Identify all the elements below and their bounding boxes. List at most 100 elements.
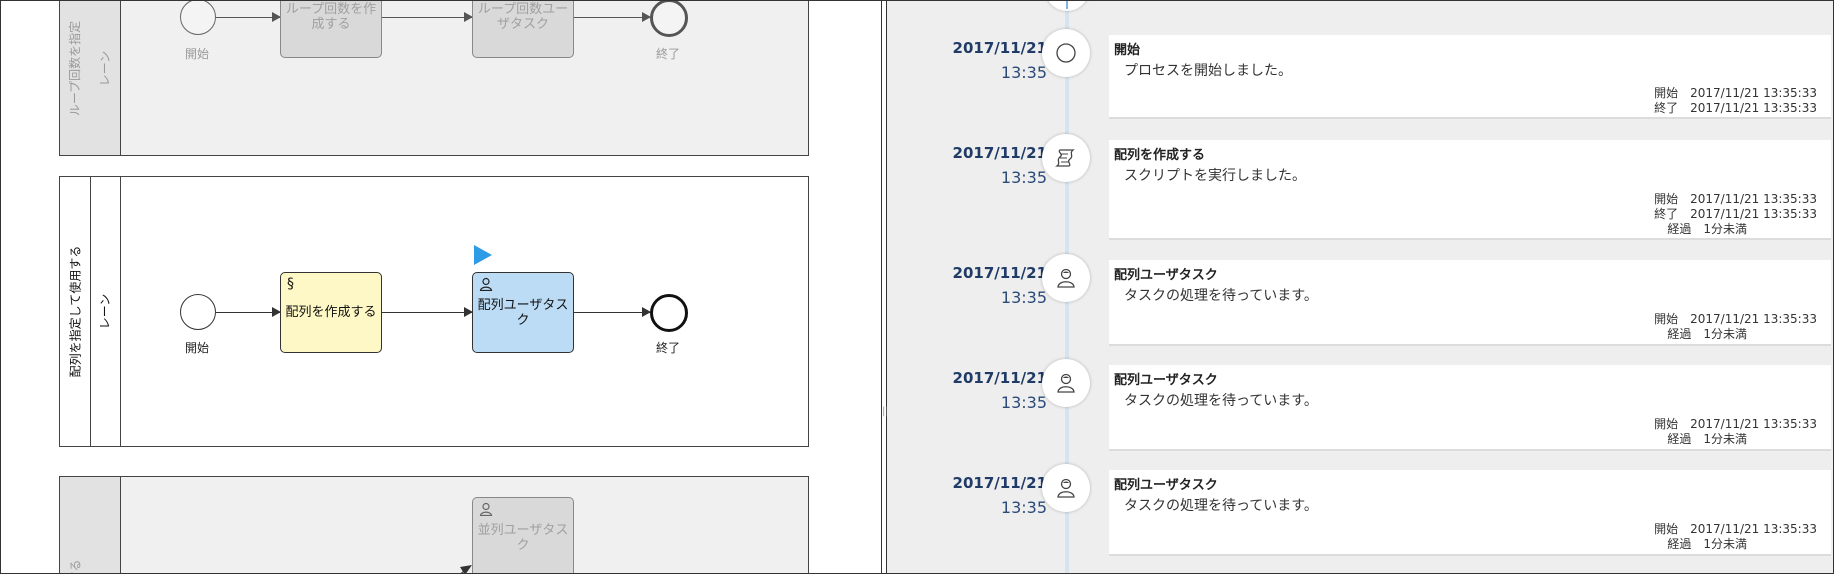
task-label: ループ回数ユーザタスク xyxy=(477,2,569,32)
lane-label: レーン xyxy=(90,177,121,446)
user-task-parallel[interactable]: 並列ユーザタスク xyxy=(472,497,574,573)
meta-key: 経過 xyxy=(1667,432,1692,446)
meta-value: 2017/11/21 13:35:33 xyxy=(1690,312,1817,326)
timeline-node xyxy=(1042,464,1090,512)
lane-label: レーン xyxy=(90,1,121,155)
entry-title: 開始 xyxy=(1114,43,1141,58)
pool-name-text: 配列を指定して使用する xyxy=(68,245,83,378)
user-task-loop[interactable]: ループ回数ユーザタスク xyxy=(472,1,574,58)
pool-array[interactable]: 配列を指定して使用する レーン 開始 § 配列を作成する 配列ユーザタスク 終了 xyxy=(59,176,809,447)
entry-title: 配列ユーザタスク xyxy=(1114,373,1218,388)
pool-name-text: する xyxy=(68,558,83,574)
entry-message: プロセスを開始しました。 xyxy=(1124,63,1292,79)
meta-value: 2017/11/21 13:35:33 xyxy=(1690,192,1817,206)
entry-time: 13:35 xyxy=(1000,393,1047,412)
end-event-label: 終了 xyxy=(656,341,681,355)
entry-card[interactable]: 配列ユーザタスク タスクの処理を待っています。 開始 2017/11/21 13:… xyxy=(1109,365,1831,451)
start-event-label: 開始 xyxy=(185,47,210,61)
user-icon xyxy=(479,502,493,519)
task-label: ループ回数を作成する xyxy=(285,2,377,32)
sequence-flow[interactable] xyxy=(574,12,651,22)
sequence-flow[interactable] xyxy=(216,12,281,22)
pool-label: ループ回数を指定 xyxy=(60,1,91,155)
entry-card[interactable]: 配列ユーザタスク タスクの処理を待っています。 開始 2017/11/21 13:… xyxy=(1109,470,1831,556)
entry-meta-row: 経過 1分未満 xyxy=(1667,325,1747,342)
timeline-node xyxy=(1042,254,1090,302)
entry-card[interactable]: 配列ユーザタスク タスクの処理を待っています。 開始 2017/11/21 13:… xyxy=(1109,260,1831,346)
entry-message: タスクの処理を待っています。 xyxy=(1124,393,1318,409)
pool-label: 配列を指定して使用する xyxy=(60,177,91,446)
meta-value: 2017/11/21 13:35:33 xyxy=(1690,86,1817,100)
sequence-flow[interactable] xyxy=(382,307,473,317)
timeline-node xyxy=(1042,29,1090,77)
entry-meta-row: 終了 2017/11/21 13:35:33 xyxy=(1654,99,1817,116)
start-event-icon xyxy=(1056,43,1076,63)
entry-time: 13:35 xyxy=(1000,288,1047,307)
meta-value: 1分未満 xyxy=(1703,537,1747,551)
sequence-flow[interactable] xyxy=(216,307,281,317)
user-task-icon xyxy=(1057,478,1075,498)
meta-value: 1分未満 xyxy=(1703,432,1747,446)
entry-date: 2017/11/21 xyxy=(952,144,1047,162)
end-event[interactable] xyxy=(650,1,688,37)
start-event[interactable] xyxy=(180,294,216,330)
entry-title: 配列ユーザタスク xyxy=(1114,478,1218,493)
lane-name-text: レーン xyxy=(98,293,113,330)
pool-loop-count[interactable]: ループ回数を指定 レーン 開始 ループ回数を作成する ループ回数ユーザタスク 終… xyxy=(59,1,809,156)
entry-meta-row: 経過 1分未満 xyxy=(1667,220,1747,237)
process-diagram[interactable]: ループ回数を指定 レーン 開始 ループ回数を作成する ループ回数ユーザタスク 終… xyxy=(1,1,881,574)
timeline-node xyxy=(1042,134,1090,182)
entry-date: 2017/11/21 xyxy=(952,474,1047,492)
script-task-icon xyxy=(1055,149,1075,167)
end-event[interactable] xyxy=(650,294,688,332)
lane-label xyxy=(90,477,121,573)
entry-time: 13:35 xyxy=(1000,168,1047,187)
start-event-label: 開始 xyxy=(185,341,210,355)
entry-card[interactable]: 開始 プロセスを開始しました。 開始 2017/11/21 13:35:33 終了… xyxy=(1109,35,1831,119)
meta-key: 経過 xyxy=(1667,222,1692,236)
entry-title: 配列を作成する xyxy=(1114,148,1206,163)
meta-value: 2017/11/21 13:35:33 xyxy=(1690,101,1817,115)
timeline-node xyxy=(1045,1,1089,11)
app-frame: ループ回数を指定 レーン 開始 ループ回数を作成する ループ回数ユーザタスク 終… xyxy=(0,0,1834,574)
meta-value: 2017/11/21 13:35:33 xyxy=(1690,207,1817,221)
meta-key: 経過 xyxy=(1667,537,1692,551)
sequence-flow[interactable] xyxy=(382,12,473,22)
meta-key: 経過 xyxy=(1667,327,1692,341)
entry-time: 13:35 xyxy=(1000,63,1047,82)
sequence-flow[interactable] xyxy=(430,559,475,574)
script-task-loop[interactable]: ループ回数を作成する xyxy=(280,1,382,58)
meta-value: 2017/11/21 13:35:33 xyxy=(1690,522,1817,536)
pool-name-text: ループ回数を指定 xyxy=(68,20,83,117)
start-event[interactable] xyxy=(180,1,216,35)
user-task-icon xyxy=(1057,268,1075,288)
task-label: 配列を作成する xyxy=(285,305,377,320)
end-event-label: 終了 xyxy=(656,47,681,61)
pool-label: する xyxy=(60,477,91,574)
pool-parallel[interactable]: する 並列ユーザタスク xyxy=(59,476,809,574)
entry-message: タスクの処理を待っています。 xyxy=(1124,498,1318,514)
entry-meta-row: 経過 1分未満 xyxy=(1667,535,1747,552)
user-task-icon xyxy=(1057,373,1075,393)
entry-date: 2017/11/21 xyxy=(952,264,1047,282)
timeline-node xyxy=(1042,359,1090,407)
task-label: 配列ユーザタスク xyxy=(477,297,569,328)
entry-message: スクリプトを実行しました。 xyxy=(1124,168,1306,184)
entry-card[interactable]: 配列を作成する スクリプトを実行しました。 開始 2017/11/21 13:35… xyxy=(1109,140,1831,240)
entry-time: 13:35 xyxy=(1000,498,1047,517)
user-icon xyxy=(479,277,493,294)
user-task-array[interactable]: 配列ユーザタスク xyxy=(472,272,574,353)
entry-title: 配列ユーザタスク xyxy=(1114,268,1218,283)
sequence-flow[interactable] xyxy=(574,307,651,317)
script-task-array[interactable]: § 配列を作成する xyxy=(280,272,382,353)
script-icon: § xyxy=(287,276,294,292)
entry-meta-row: 経過 1分未満 xyxy=(1667,430,1747,447)
meta-key: 終了 xyxy=(1654,101,1679,115)
task-label: 並列ユーザタスク xyxy=(477,522,569,553)
lane-name-text: レーン xyxy=(98,50,113,87)
meta-value: 1分未満 xyxy=(1703,222,1747,236)
activity-timeline[interactable]: 2017/11/21 13:35 開始 プロセスを開始しました。 開始 2017/… xyxy=(887,1,1833,573)
token-marker-icon xyxy=(474,245,492,265)
meta-value: 1分未満 xyxy=(1703,327,1747,341)
entry-date: 2017/11/21 xyxy=(952,369,1047,387)
